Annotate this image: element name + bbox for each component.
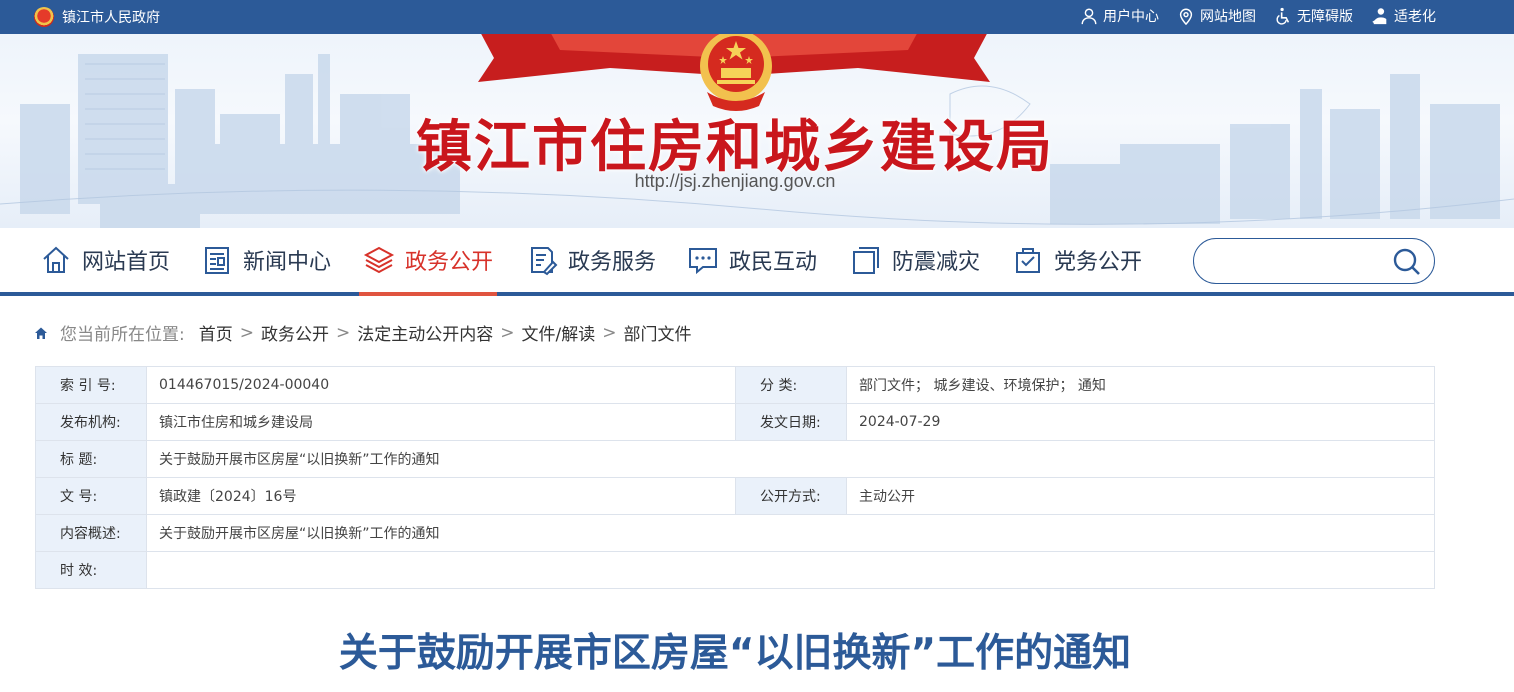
nav-label-interaction: 政民互动 [729,250,818,275]
breadcrumb-item-documents[interactable]: 文件/解读 [521,320,595,345]
breadcrumb-separator: > [335,322,351,343]
search-icon[interactable] [1392,247,1422,277]
main-nav: 网站首页 新闻中心 政务公开 政务服务 政民互动 防震减灾 党务公开 [0,228,1514,296]
table-row: 标 题: 关于鼓励开展市区房屋“以旧换新”工作的通知 [35,440,1435,478]
nav-item-party-affairs[interactable]: 党务公开 [1008,228,1146,292]
index-label: 索 引 号: [35,366,147,404]
breadcrumb-separator: > [239,322,254,343]
wheelchair-icon [1276,7,1290,25]
search-box [1193,238,1435,284]
nav-item-services[interactable]: 政务服务 [522,228,660,292]
nav-label-party-affairs: 党务公开 [1054,250,1143,275]
top-links: 用户中心 网站地图 无障碍版 适老化 [1080,6,1436,26]
newspaper-icon [205,247,229,274]
breadcrumb: 您当前所在位置: 首页 > 政务公开 > 法定主动公开内容 > 文件/解读 > … [34,320,691,345]
category-label: 分 类: [735,366,847,404]
date-label: 发文日期: [735,403,847,441]
publisher-label: 发布机构: [35,403,147,441]
document-edit-icon [531,247,558,276]
date-value: 2024-07-29 [846,403,1435,441]
nav-item-earthquake[interactable]: 防震减灾 [846,228,984,292]
nav-label-services: 政务服务 [568,250,657,275]
site-map-label: 网站地图 [1200,9,1256,25]
breadcrumb-item-gov-affairs[interactable]: 政务公开 [261,320,329,345]
layers-icon [363,246,395,274]
user-center-link[interactable]: 用户中心 [1080,6,1159,26]
breadcrumb-separator: > [500,322,515,343]
summary-label: 内容概述: [35,514,147,552]
accessibility-link[interactable]: 无障碍版 [1274,6,1353,26]
nav-label-gov-affairs: 政务公开 [405,250,494,275]
location-pin-icon [1179,8,1193,25]
category-value: 部门文件； 城乡建设、环境保护； 通知 [846,366,1435,404]
title-value: 关于鼓励开展市区房屋“以旧换新”工作的通知 [146,440,1435,478]
nav-item-news[interactable]: 新闻中心 [197,228,335,292]
validity-value [146,551,1435,589]
elderly-user-icon [1372,8,1387,25]
docno-value: 镇政建〔2024〕16号 [146,477,736,515]
table-row: 索 引 号: 014467015/2024-00040 分 类: 部门文件； 城… [35,366,1435,404]
title-label: 标 题: [35,440,147,478]
table-row: 文 号: 镇政建〔2024〕16号 公开方式: 主动公开 [35,477,1435,515]
search-input[interactable] [1212,249,1392,273]
elderly-mode-label: 适老化 [1394,9,1436,25]
accessibility-label: 无障碍版 [1297,9,1353,25]
top-bar: 镇江市人民政府 用户中心 网站地图 无障碍版 适老化 [0,0,1514,34]
site-url: http://jsj.zhenjiang.gov.cn [634,171,836,191]
breadcrumb-item-dept-docs[interactable]: 部门文件 [623,320,691,345]
article-title: 关于鼓励开展市区房屋“以旧换新”工作的通知 [338,631,1132,676]
breadcrumb-item-home[interactable]: 首页 [199,320,233,345]
home-icon [35,327,47,339]
nav-item-interaction[interactable]: 政民互动 [683,228,821,292]
document-info-table: 索 引 号: 014467015/2024-00040 分 类: 部门文件； 城… [35,366,1435,589]
docno-label: 文 号: [35,477,147,515]
publisher-value: 镇江市住房和城乡建设局 [146,403,736,441]
table-row: 发布机构: 镇江市住房和城乡建设局 发文日期: 2024-07-29 [35,403,1435,441]
chat-icon [689,248,717,275]
nav-item-home[interactable]: 网站首页 [36,228,174,292]
user-icon [1081,8,1097,25]
summary-value: 关于鼓励开展市区房屋“以旧换新”工作的通知 [146,514,1435,552]
nav-item-gov-affairs[interactable]: 政务公开 [359,228,498,296]
breadcrumb-separator: > [602,322,617,343]
header-banner: 镇江市住房和城乡建设局 http://jsj.zhenjiang.gov.cn [0,34,1514,228]
gov-link[interactable]: 镇江市人民政府 [34,7,160,27]
breadcrumb-item-statutory[interactable]: 法定主动公开内容 [357,320,493,345]
open-method-label: 公开方式: [735,477,847,515]
square-stack-icon [853,247,879,274]
index-value: 014467015/2024-00040 [146,366,736,404]
user-center-label: 用户中心 [1103,9,1159,25]
clipboard-icon [1016,248,1040,273]
home-icon [43,246,69,273]
nav-label-earthquake: 防震减灾 [892,250,981,275]
breadcrumb-prefix: 您当前所在位置: [60,325,185,345]
table-row: 内容概述: 关于鼓励开展市区房屋“以旧换新”工作的通知 [35,514,1435,552]
site-map-link[interactable]: 网站地图 [1177,6,1256,26]
elderly-mode-link[interactable]: 适老化 [1371,6,1436,26]
table-row: 时 效: [35,551,1435,589]
gov-name: 镇江市人民政府 [62,10,160,26]
national-emblem-icon [34,7,54,27]
nav-label-home: 网站首页 [82,250,171,275]
validity-label: 时 效: [35,551,147,589]
nav-label-news: 新闻中心 [243,250,332,275]
open-method-value: 主动公开 [846,477,1435,515]
